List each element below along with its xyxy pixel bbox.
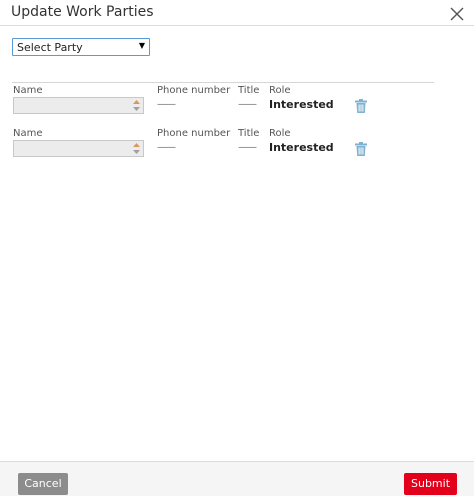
spinner-arrows-icon[interactable] [133,100,140,111]
cancel-button[interactable]: Cancel [18,473,68,495]
name-input[interactable] [13,140,144,157]
name-label: Name [13,85,43,96]
trash-icon[interactable] [355,99,367,113]
dialog-header: Update Work Parties [0,0,474,26]
spinner-arrows-icon[interactable] [133,143,140,154]
role-value: Interested [269,141,334,154]
update-work-parties-dialog: Update Work Parties Select Party ▼ Name … [0,0,474,496]
dialog-footer: Cancel Submit [0,461,474,496]
phone-label: Phone number [157,85,231,96]
role-label: Role [269,128,291,139]
name-label: Name [13,128,43,139]
role-value: Interested [269,98,334,111]
trash-icon[interactable] [355,142,367,156]
phone-label: Phone number [157,128,231,139]
phone-value: —— [157,99,176,110]
dialog-title: Update Work Parties [11,4,154,20]
name-input[interactable] [13,97,144,114]
role-label: Role [269,85,291,96]
title-value: —— [238,99,257,110]
phone-value: —— [157,142,176,153]
party-row: Name Phone number —— Title —— Role Inter… [0,84,474,128]
title-label: Title [238,128,260,139]
close-icon[interactable] [448,5,466,23]
divider [12,82,434,83]
submit-button[interactable]: Submit [404,473,457,495]
title-label: Title [238,85,260,96]
select-party-dropdown[interactable]: Select Party ▼ [12,38,150,56]
select-party-value: Select Party [17,41,83,54]
party-row: Name Phone number —— Title —— Role Inter… [0,127,474,171]
title-value: —— [238,142,257,153]
caret-down-icon: ▼ [138,41,145,50]
